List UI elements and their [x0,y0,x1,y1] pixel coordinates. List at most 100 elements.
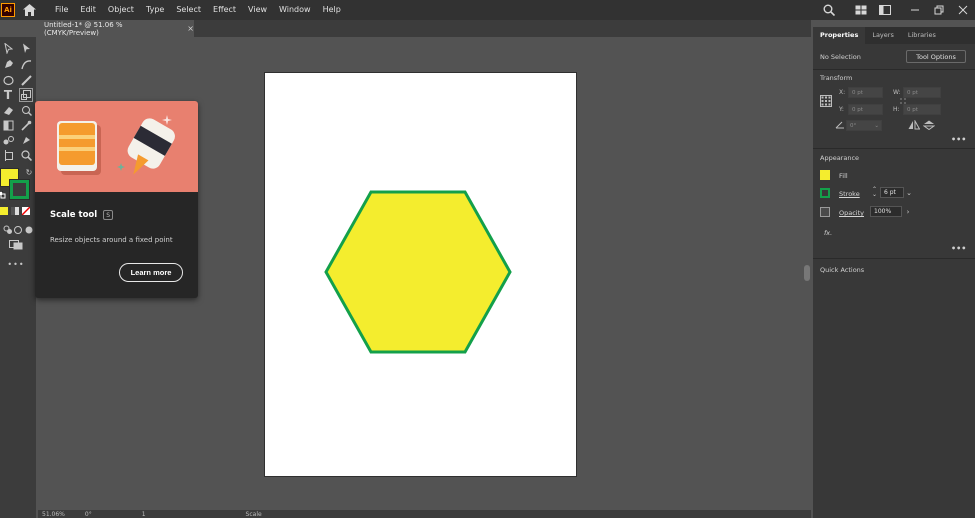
angle-value: 0° [850,122,857,129]
y-field[interactable]: 0 pt [848,104,883,115]
flip-vertical-icon[interactable] [922,120,936,131]
h-label: H: [893,106,900,113]
direct-selection-tool-icon[interactable] [19,41,33,55]
scale-tool-icon[interactable] [19,88,33,102]
menu-bar: Ai File Edit Object Type Select Effect V… [0,0,975,20]
arrange-documents-icon[interactable] [853,3,869,17]
reference-point-icon[interactable] [820,95,832,107]
stroke-weight-dropdown-icon[interactable]: ⌄ [904,187,914,198]
paintbrush-tool-icon[interactable] [19,73,33,87]
search-icon[interactable] [821,3,837,17]
draw-inside-icon[interactable] [22,223,36,237]
appearance-fill-swatch[interactable] [820,170,830,180]
tool-options-button[interactable]: Tool Options [906,50,966,63]
menu-object[interactable]: Object [102,0,140,20]
type-tool-icon[interactable]: T [1,88,15,102]
menu-help[interactable]: Help [317,0,347,20]
appearance-stroke-swatch[interactable] [820,188,830,198]
transform-more-options-icon[interactable]: ••• [951,135,966,144]
hexagon-shape[interactable] [324,189,512,355]
home-icon[interactable] [21,2,37,18]
flip-horizontal-icon[interactable] [908,119,921,130]
workspace-icon[interactable] [877,3,893,17]
panel-divider [813,258,975,259]
zoom-tool-icon[interactable] [19,148,33,162]
tooltip-illustration [35,101,198,192]
menu-edit[interactable]: Edit [74,0,102,20]
vertical-scrollbar[interactable] [802,37,811,510]
current-tool: Scale [245,510,262,518]
document-tab[interactable]: Untitled-1* @ 51.06 % (CMYK/Preview) × [38,20,194,37]
close-window-icon[interactable] [955,3,971,17]
angle-field[interactable]: 0° ⌄ [846,120,882,131]
stroke-color-swatch[interactable] [9,179,30,200]
rotation-value[interactable]: 0° [85,511,92,518]
color-mode-icon[interactable] [0,207,8,215]
tab-libraries[interactable]: Libraries [901,27,943,44]
menu-effect[interactable]: Effect [207,0,242,20]
none-mode-icon[interactable] [22,207,30,215]
swap-colors-icon[interactable]: ↻ [22,165,36,179]
main-menu: File Edit Object Type Select Effect View… [49,0,347,20]
minimize-icon[interactable] [907,3,923,17]
eraser-tool-icon[interactable] [1,103,15,117]
stroke-label[interactable]: Stroke [839,190,860,198]
edit-toolbar-icon[interactable]: ••• [7,257,23,271]
live-paint-tool-icon[interactable] [19,133,33,147]
opacity-icon[interactable] [820,207,830,217]
default-colors-icon[interactable] [0,191,6,199]
artboard-number[interactable]: 1 [142,511,146,518]
opacity-chevron-icon[interactable]: › [903,206,913,217]
rotate-angle-icon [835,120,845,129]
menu-select[interactable]: Select [170,0,207,20]
panel-tabs: Properties Layers Libraries [813,27,975,44]
transform-title: Transform [820,74,853,82]
blend-tool-icon[interactable] [1,133,15,147]
stroke-weight-field[interactable]: 6 pt [880,187,904,198]
eyedropper-tool-icon[interactable] [19,118,33,132]
screen-mode-icon[interactable] [7,238,25,252]
quick-actions-title: Quick Actions [820,266,865,274]
window-controls [817,0,975,20]
pen-tool-icon[interactable] [1,57,15,71]
angle-dropdown-chevron-icon[interactable]: ⌄ [874,123,879,129]
restore-icon[interactable] [931,3,947,17]
constrain-proportions-icon[interactable] [899,97,907,105]
tooltip-shortcut-key: S [103,210,114,220]
opacity-field[interactable]: 100% [870,206,902,217]
curvature-tool-icon[interactable] [19,57,33,71]
opacity-label[interactable]: Opacity [839,209,864,217]
gradient-tool-icon[interactable] [1,118,15,132]
tab-layers[interactable]: Layers [865,27,901,44]
menu-type[interactable]: Type [140,0,170,20]
w-field[interactable]: 0 pt [903,87,941,98]
w-label: W: [893,89,901,96]
learn-more-button[interactable]: Learn more [119,263,183,282]
h-field[interactable]: 0 pt [903,104,941,115]
artboard-tool-icon[interactable] [1,148,15,162]
x-field[interactable]: 0 pt [848,87,883,98]
menu-view[interactable]: View [242,0,273,20]
warp-tool-icon[interactable] [19,103,33,117]
fx-effects-icon[interactable]: fx. [824,229,832,237]
scrollbar-thumb[interactable] [804,265,810,281]
close-tab-icon[interactable]: × [187,24,194,33]
tool-tooltip: Scale tool S Resize objects around a fix… [35,101,198,298]
properties-panel: Properties Layers Libraries No Selection… [813,27,975,518]
x-label: X: [839,89,846,96]
appearance-title: Appearance [820,154,860,162]
menu-file[interactable]: File [49,0,74,20]
gradient-mode-icon[interactable] [11,207,19,215]
stroke-weight-stepper-icon[interactable]: ⌃ ⌄ [872,187,880,198]
menu-window[interactable]: Window [273,0,317,20]
ellipse-tool-icon[interactable] [1,73,15,87]
document-tab-bar: Untitled-1* @ 51.06 % (CMYK/Preview) × [38,20,811,37]
appearance-more-options-icon[interactable]: ••• [951,244,966,253]
selection-tool-icon[interactable] [1,41,15,55]
y-label: Y: [839,106,844,113]
tab-properties[interactable]: Properties [813,27,866,44]
zoom-level[interactable]: 51.06% [42,511,65,518]
panel-divider [813,69,975,70]
selection-status: No Selection [820,53,861,61]
panel-divider [813,148,975,149]
